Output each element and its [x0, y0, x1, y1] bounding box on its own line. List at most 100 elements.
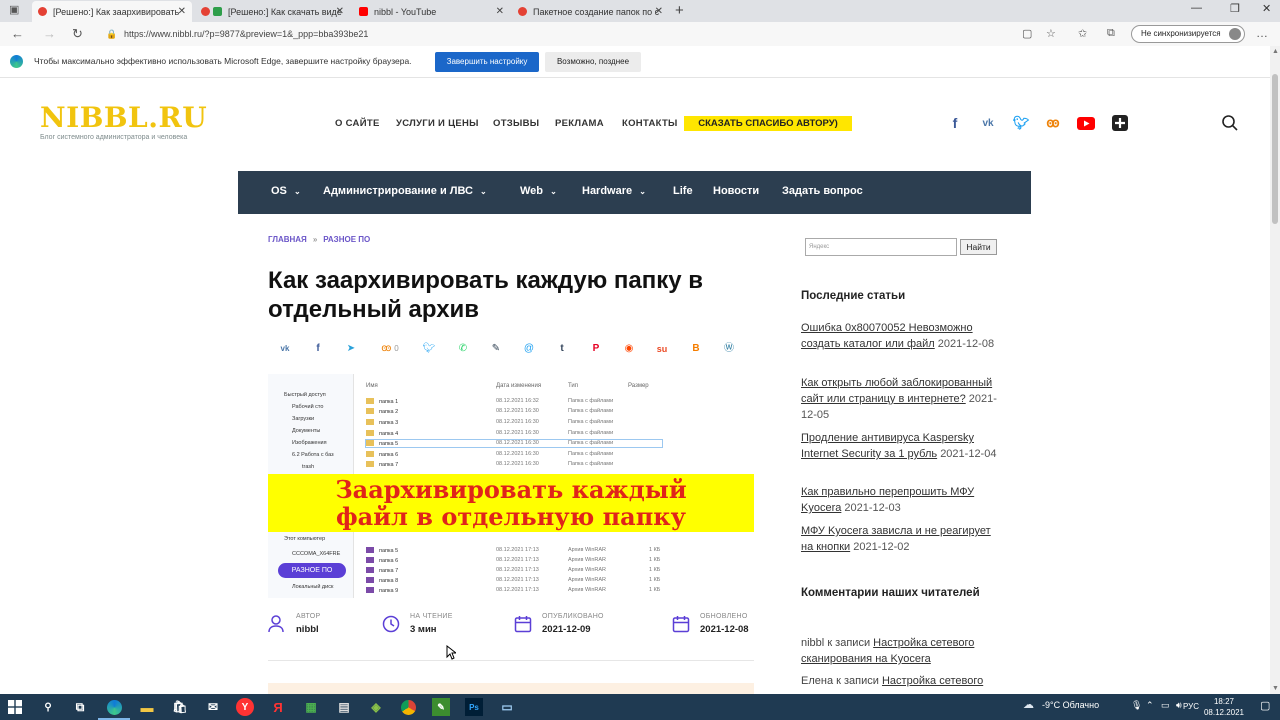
comment-post-link[interactable]: Настройка сетевого: [882, 675, 983, 687]
favorites-icon[interactable]: ✩: [1078, 27, 1087, 40]
finish-setup-button[interactable]: Завершить настройку: [435, 52, 539, 72]
scroll-down-icon[interactable]: ▼: [1272, 685, 1279, 692]
yandex-icon[interactable]: Я: [269, 698, 287, 716]
yandex-browser-icon[interactable]: Y: [236, 698, 254, 716]
task-view-icon[interactable]: ⧉: [71, 698, 89, 716]
weather-text[interactable]: -9°C Облачно: [1042, 700, 1099, 710]
windows-start-icon[interactable]: [6, 698, 24, 716]
scrollbar-thumb[interactable]: [1272, 74, 1278, 224]
mail-icon[interactable]: ✉: [204, 698, 222, 716]
nav-web[interactable]: Web ⌄: [520, 185, 557, 197]
maximize-icon[interactable]: ❐: [1230, 2, 1240, 15]
new-tab-icon[interactable]: +: [675, 2, 684, 19]
share-blogger-icon[interactable]: B: [687, 341, 705, 357]
share-vk-icon[interactable]: vk: [276, 341, 294, 357]
share-whatsapp-icon[interactable]: ✆: [454, 341, 472, 357]
share-reddit-icon[interactable]: ◉: [620, 341, 638, 357]
nav-reviews[interactable]: ОТЗЫВЫ: [493, 118, 539, 129]
share-moimir-icon[interactable]: @: [520, 341, 538, 357]
meta-value[interactable]: nibbl: [296, 624, 320, 635]
share-tumblr-icon[interactable]: t: [553, 341, 571, 357]
tab-actions-icon[interactable]: ▣: [9, 3, 19, 16]
nav-services[interactable]: УСЛУГИ И ЦЕНЫ: [396, 118, 479, 129]
file-explorer-icon[interactable]: ▬: [138, 698, 156, 716]
share-stumbleupon-icon[interactable]: su: [653, 341, 671, 357]
nav-ask-question[interactable]: Задать вопрос: [782, 185, 863, 197]
minimize-icon[interactable]: —: [1191, 2, 1202, 14]
sidebar-search-input[interactable]: Яндекс: [805, 238, 957, 256]
share-pinterest-icon[interactable]: P: [587, 341, 605, 357]
app-icon[interactable]: ◈: [367, 698, 385, 716]
search-icon[interactable]: ⚲: [39, 698, 57, 716]
nav-about[interactable]: О САЙТЕ: [335, 118, 380, 129]
close-tab-icon[interactable]: ✕: [336, 6, 344, 17]
refresh-icon[interactable]: ↻: [72, 26, 83, 42]
scroll-up-icon[interactable]: ▲: [1272, 48, 1279, 55]
tab-4[interactable]: Пакетное создание папок по с ✕: [512, 1, 669, 22]
language-indicator[interactable]: РУС: [1183, 702, 1199, 711]
share-telegram-icon[interactable]: ➤: [342, 341, 360, 357]
featured-image[interactable]: Быстрый доступ Рабочий сто Загрузки Доку…: [268, 374, 754, 598]
share-wordpress-icon[interactable]: Ⓦ: [720, 341, 738, 357]
nav-advertising[interactable]: РЕКЛАМА: [555, 118, 604, 129]
maybe-later-button[interactable]: Возможно, позднее: [545, 52, 641, 72]
tray-arrow-icon[interactable]: ⌃: [1146, 700, 1154, 711]
share-facebook-icon[interactable]: f: [309, 341, 327, 357]
close-window-icon[interactable]: ✕: [1262, 2, 1271, 15]
tab-active[interactable]: [Решено:] Как заархивировать ✕: [32, 1, 192, 22]
thanks-author-button[interactable]: СКАЗАТЬ СПАСИБО АВТОРУ): [684, 116, 852, 131]
more-menu-icon[interactable]: …: [1256, 26, 1268, 40]
site-logo[interactable]: NIBBL.RU: [40, 101, 207, 134]
store-icon[interactable]: 🛍︎: [171, 698, 189, 716]
tab-2[interactable]: [Решено:] Как скачать виде ✕: [195, 1, 350, 22]
nav-hardware[interactable]: Hardware ⌄: [582, 185, 646, 197]
collections-icon[interactable]: ⧉: [1107, 27, 1115, 40]
forward-icon[interactable]: →: [43, 26, 56, 41]
tab-3[interactable]: nibbl - YouTube ✕: [353, 1, 510, 22]
clock[interactable]: 18:27 08.12.2021: [1200, 696, 1248, 718]
weather-icon[interactable]: ☁: [1023, 698, 1034, 711]
photoshop-icon[interactable]: Ps: [465, 698, 483, 716]
display-icon[interactable]: ▭: [498, 698, 516, 716]
favorite-star-icon[interactable]: ☆: [1046, 27, 1056, 40]
odnoklassniki-icon[interactable]: ꙭ: [1044, 114, 1062, 132]
recent-post-link[interactable]: Как открыть любой заблокированный сайт и…: [801, 377, 992, 405]
nav-news[interactable]: Новости: [713, 185, 759, 197]
volume-icon[interactable]: 🔊︎: [1176, 700, 1182, 711]
notepad-icon[interactable]: ✎: [432, 698, 450, 716]
page-scrollbar[interactable]: ▲ ▼: [1270, 46, 1280, 694]
breadcrumb-category[interactable]: РАЗНОЕ ПО: [323, 235, 370, 244]
close-tab-icon[interactable]: ✕: [496, 6, 504, 17]
twitter-icon[interactable]: 🐦︎: [1012, 114, 1030, 132]
search-icon[interactable]: [1221, 114, 1239, 132]
youtube-icon[interactable]: [1077, 114, 1095, 132]
category-badge[interactable]: РАЗНОЕ ПО: [278, 563, 346, 578]
nav-os[interactable]: OS ⌄: [271, 185, 301, 197]
back-icon[interactable]: ←: [11, 26, 24, 41]
share-livejournal-icon[interactable]: ✎: [487, 341, 505, 357]
nav-admin-lan[interactable]: Администрирование и ЛВС ⌄: [323, 185, 487, 197]
plus-icon[interactable]: [1111, 114, 1129, 132]
recent-post-item: Как открыть любой заблокированный сайт и…: [801, 375, 1001, 423]
app-icon[interactable]: ▦: [302, 698, 320, 716]
share-twitter-icon[interactable]: 🐦︎: [420, 341, 438, 357]
vk-icon[interactable]: vk: [979, 114, 997, 132]
notifications-icon[interactable]: ▢: [1260, 699, 1270, 712]
nav-life[interactable]: Life: [673, 185, 693, 197]
read-aloud-icon[interactable]: ▢: [1022, 27, 1032, 40]
nav-contacts[interactable]: КОНТАКТЫ: [622, 118, 678, 129]
sync-button[interactable]: Не синхронизируется: [1131, 25, 1245, 43]
network-icon[interactable]: ▭: [1161, 700, 1170, 711]
close-tab-icon[interactable]: ✕: [178, 6, 186, 17]
url-field[interactable]: 🔒 https://www.nibbl.ru/?p=9877&preview=1…: [96, 25, 1010, 43]
app-icon[interactable]: ▤: [335, 698, 353, 716]
close-tab-icon[interactable]: ✕: [655, 6, 663, 17]
microphone-icon[interactable]: 🎙︎: [1131, 700, 1142, 711]
column-header: Размер: [628, 383, 649, 389]
chrome-icon[interactable]: [399, 698, 417, 716]
edge-taskbar-icon[interactable]: [98, 698, 130, 720]
breadcrumb-home[interactable]: ГЛАВНАЯ: [268, 235, 307, 244]
facebook-icon[interactable]: f: [946, 114, 964, 132]
share-odnoklassniki-icon[interactable]: ꙭ 0: [375, 341, 405, 357]
sidebar-search-button[interactable]: Найти: [960, 239, 997, 255]
